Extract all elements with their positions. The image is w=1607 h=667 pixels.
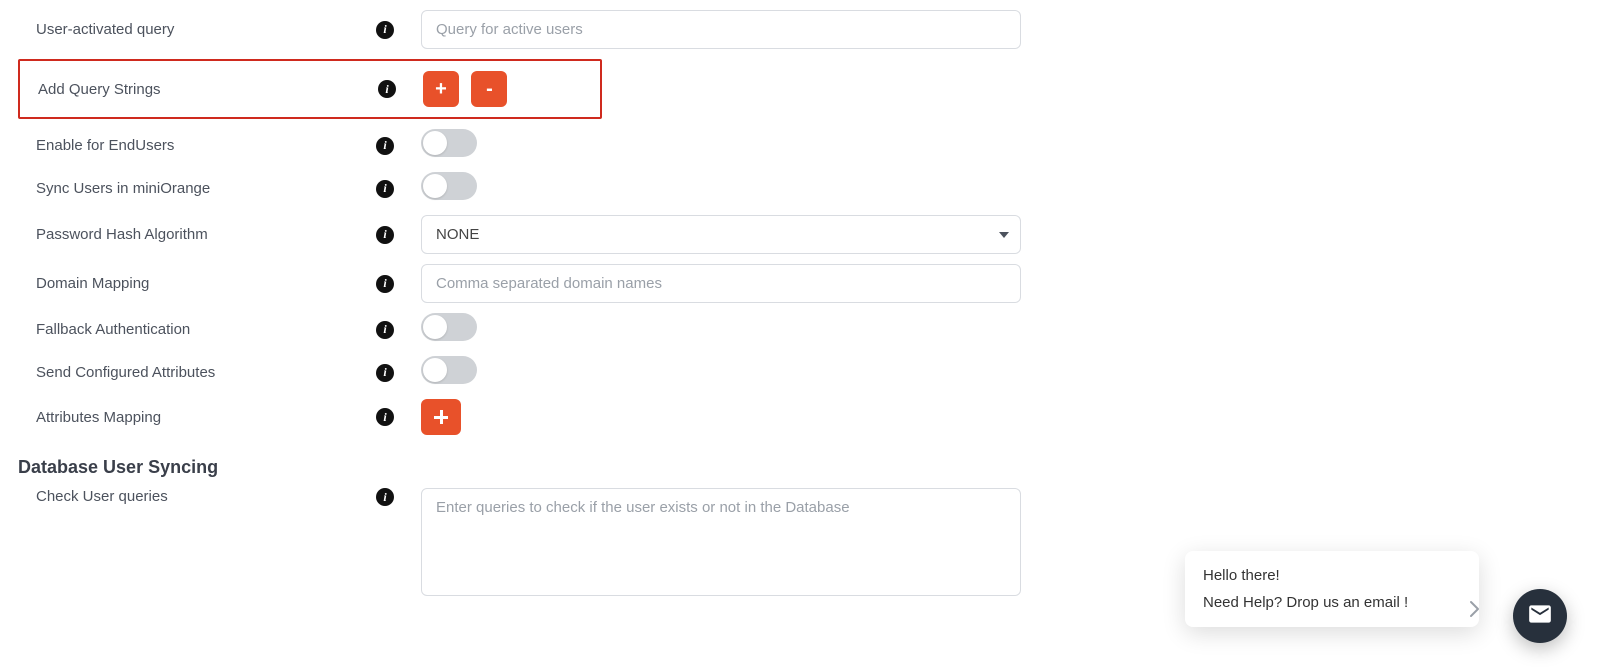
info-icon[interactable]: i bbox=[376, 180, 394, 198]
label-fallback-auth: Fallback Authentication bbox=[18, 321, 376, 338]
check-user-queries-textarea[interactable] bbox=[421, 488, 1021, 596]
row-send-attrs: Send Configured Attributes i bbox=[18, 356, 1589, 389]
row-fallback-auth: Fallback Authentication i bbox=[18, 313, 1589, 346]
info-icon[interactable]: i bbox=[376, 226, 394, 244]
fallback-auth-toggle[interactable] bbox=[421, 313, 477, 341]
sync-users-toggle[interactable] bbox=[421, 172, 477, 200]
info-icon[interactable]: i bbox=[376, 21, 394, 39]
row-attrs-mapping: Attributes Mapping i bbox=[18, 399, 1589, 435]
label-attrs-mapping: Attributes Mapping bbox=[18, 409, 376, 426]
label-password-hash: Password Hash Algorithm bbox=[18, 226, 376, 243]
row-domain-mapping: Domain Mapping i bbox=[18, 264, 1589, 303]
label-domain-mapping: Domain Mapping bbox=[18, 275, 376, 292]
add-query-plus-button[interactable]: + bbox=[423, 71, 459, 107]
label-add-query-strings: Add Query Strings bbox=[20, 81, 378, 98]
label-send-attrs: Send Configured Attributes bbox=[18, 364, 376, 381]
add-query-minus-button[interactable]: - bbox=[471, 71, 507, 107]
password-hash-select[interactable]: NONE bbox=[421, 215, 1021, 254]
user-activated-query-input[interactable] bbox=[421, 10, 1021, 49]
plus-icon: + bbox=[435, 78, 447, 101]
info-icon[interactable]: i bbox=[376, 137, 394, 155]
domain-mapping-input[interactable] bbox=[421, 264, 1021, 303]
label-sync-users: Sync Users in miniOrange bbox=[18, 180, 376, 197]
plus-icon bbox=[434, 410, 448, 424]
row-enable-endusers: Enable for EndUsers i bbox=[18, 129, 1589, 162]
chat-fab-button[interactable] bbox=[1513, 589, 1567, 643]
info-icon[interactable]: i bbox=[376, 364, 394, 382]
info-icon[interactable]: i bbox=[376, 321, 394, 339]
chevron-right-icon[interactable] bbox=[1469, 600, 1481, 618]
send-attrs-toggle[interactable] bbox=[421, 356, 477, 384]
row-password-hash: Password Hash Algorithm i NONE bbox=[18, 215, 1589, 254]
row-user-activated-query: User-activated query i bbox=[18, 10, 1589, 49]
mail-icon bbox=[1527, 601, 1553, 632]
info-icon[interactable]: i bbox=[376, 275, 394, 293]
row-sync-users: Sync Users in miniOrange i bbox=[18, 172, 1589, 205]
label-check-user-queries: Check User queries bbox=[18, 488, 376, 505]
section-title-db-user-syncing: Database User Syncing bbox=[18, 457, 1589, 478]
info-icon[interactable]: i bbox=[376, 488, 394, 506]
label-enable-endusers: Enable for EndUsers bbox=[18, 137, 376, 154]
info-icon[interactable]: i bbox=[378, 80, 396, 98]
enable-endusers-toggle[interactable] bbox=[421, 129, 477, 157]
info-icon[interactable]: i bbox=[376, 408, 394, 426]
attrs-mapping-add-button[interactable] bbox=[421, 399, 461, 435]
label-user-activated-query: User-activated query bbox=[18, 21, 376, 38]
chat-greeting: Hello there! bbox=[1203, 567, 1461, 584]
minus-icon: - bbox=[486, 78, 493, 101]
chat-prompt: Need Help? Drop us an email ! bbox=[1203, 594, 1461, 611]
chat-popup: Hello there! Need Help? Drop us an email… bbox=[1185, 551, 1479, 627]
row-add-query-strings: Add Query Strings i + - bbox=[18, 59, 602, 119]
